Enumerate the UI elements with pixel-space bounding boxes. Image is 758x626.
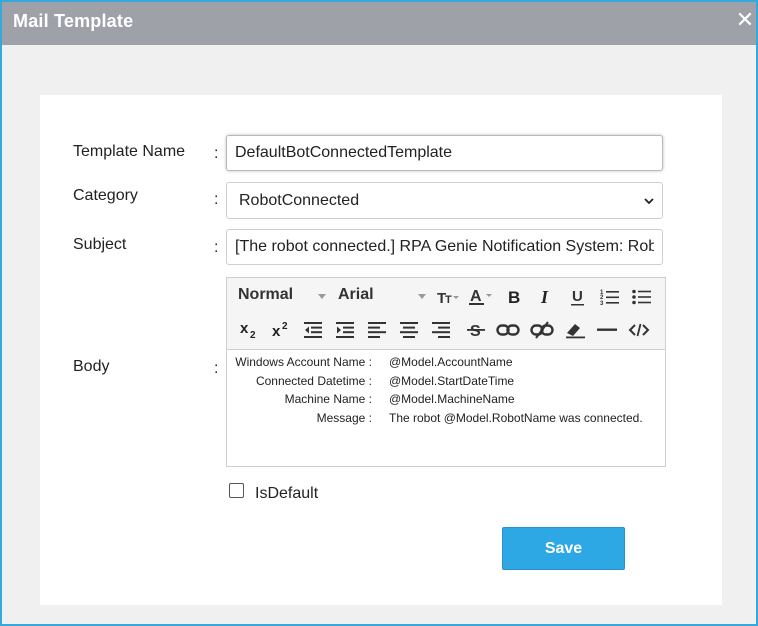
subject-label: Subject [73, 236, 127, 253]
header-style-select[interactable]: Normal [238, 286, 293, 304]
row-value: @Model.MachineName [389, 392, 515, 406]
template-name-label: Template Name [73, 143, 186, 160]
dialog-title-bar: Mail Template ✕ [2, 2, 756, 45]
colon: : [214, 239, 219, 256]
ordered-list-icon[interactable]: 123 [597, 285, 623, 309]
horizontal-rule-icon[interactable] [594, 318, 620, 342]
font-family-select[interactable]: Arial [338, 286, 374, 304]
editor-content-area[interactable]: Windows Account Name : @Model.AccountNam… [230, 353, 662, 463]
is-default-checkbox[interactable] [229, 483, 244, 498]
svg-text:T: T [445, 294, 452, 306]
body-label: Body [73, 358, 110, 375]
align-right-icon[interactable] [428, 318, 454, 342]
category-label: Category [73, 187, 138, 204]
bold-icon[interactable]: B [501, 285, 527, 309]
svg-text:S: S [470, 323, 481, 339]
colon: : [214, 191, 219, 208]
svg-text:3: 3 [600, 301, 604, 306]
superscript-icon[interactable]: x2 [268, 318, 294, 342]
indent-icon[interactable] [332, 318, 358, 342]
row-key: Windows Account Name : [235, 355, 372, 369]
svg-text:A: A [470, 288, 482, 305]
svg-text:2: 2 [282, 321, 288, 332]
caret-down-icon [418, 294, 426, 299]
row-value: The robot @Model.RobotName was connected… [389, 410, 643, 425]
table-row: Windows Account Name : @Model.AccountNam… [230, 353, 662, 372]
caret-down-icon [318, 294, 326, 299]
svg-text:x: x [272, 323, 281, 340]
outdent-icon[interactable] [300, 318, 326, 342]
strikethrough-icon[interactable]: S [463, 318, 489, 342]
editor-toolbar: Normal Arial TT A B I U 1 2 3 x 2 x 2 S [227, 278, 665, 350]
table-row: Connected Datetime : @Model.StartDateTim… [230, 372, 662, 391]
font-color-icon[interactable]: A [467, 285, 493, 309]
form-panel: Template Name : Category : RobotConnecte… [40, 95, 722, 605]
subject-input[interactable] [226, 229, 663, 265]
close-icon[interactable]: ✕ [734, 7, 756, 33]
colon: : [214, 145, 219, 162]
underline-icon[interactable]: U [565, 285, 591, 309]
row-key: Machine Name : [284, 392, 372, 406]
clean-format-icon[interactable] [562, 318, 588, 342]
svg-text:2: 2 [250, 330, 256, 340]
row-value: @Model.StartDateTime [389, 373, 515, 388]
text-size-icon[interactable]: TT [435, 285, 461, 309]
dialog-title: Mail Template [13, 11, 134, 31]
row-key: Connected Datetime : [255, 373, 372, 388]
body-rich-text-editor[interactable]: Normal Arial TT A B I U 1 2 3 x 2 x 2 S … [226, 277, 666, 467]
svg-text:x: x [240, 320, 249, 337]
svg-text:I: I [540, 288, 549, 306]
category-select[interactable]: RobotConnected [226, 182, 663, 219]
align-center-icon[interactable] [396, 318, 422, 342]
link-icon[interactable] [495, 318, 521, 342]
subscript-icon[interactable]: x2 [236, 318, 262, 342]
bullet-list-icon[interactable] [629, 285, 655, 309]
svg-text:U: U [572, 288, 583, 305]
category-selected-value: RobotConnected [239, 192, 360, 209]
template-name-input[interactable] [226, 135, 663, 171]
unlink-icon[interactable] [529, 318, 555, 342]
row-value: @Model.AccountName [389, 355, 513, 369]
table-row: Machine Name : @Model.MachineName [230, 390, 662, 409]
svg-text:B: B [508, 288, 520, 306]
mail-template-dialog: Mail Template ✕ Template Name : Category… [0, 0, 758, 626]
italic-icon[interactable]: I [533, 285, 559, 309]
table-row: Message : The robot @Model.RobotName was… [230, 409, 662, 428]
code-view-icon[interactable] [626, 318, 652, 342]
save-button[interactable]: Save [502, 527, 625, 570]
align-left-icon[interactable] [364, 318, 390, 342]
is-default-label: IsDefault [255, 485, 319, 502]
colon: : [214, 360, 219, 377]
row-key: Message : [316, 410, 372, 425]
chevron-down-icon [644, 198, 654, 205]
